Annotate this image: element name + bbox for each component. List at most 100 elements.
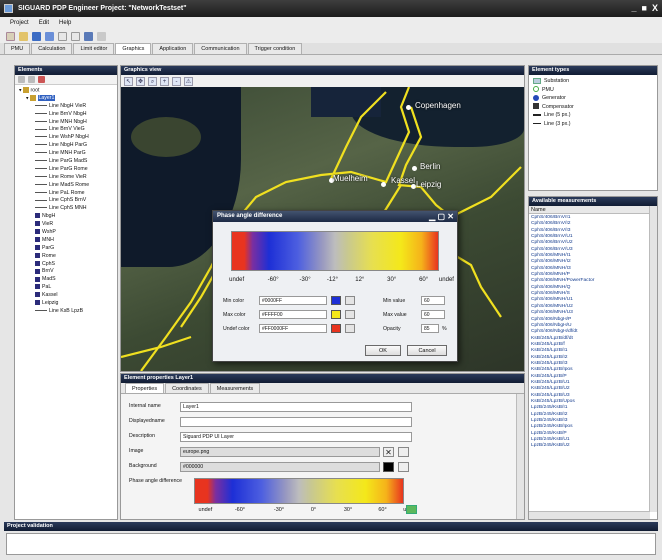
zoom-fit-icon[interactable]: ⌕ (148, 76, 157, 86)
tree-node-item[interactable]: MadS (35, 276, 117, 284)
type-item-substation[interactable]: Substation (529, 77, 657, 86)
tab-properties[interactable]: Properties (125, 383, 165, 393)
undef-color-field[interactable]: #FF0000FF (259, 324, 327, 333)
menu-edit[interactable]: Edit (39, 20, 49, 26)
background-color-button[interactable] (398, 462, 409, 472)
tree-node-item[interactable]: BrnV (35, 268, 117, 276)
graphics-toolbar: ↖ ✥ ⌕ + - ⚠ (121, 75, 524, 87)
edit-gradient-button[interactable] (406, 505, 417, 514)
browse-image-button[interactable] (398, 447, 409, 457)
substation-icon (35, 276, 40, 282)
type-label: Substation (544, 78, 570, 84)
tree-node-item[interactable]: ParG (35, 245, 117, 253)
tree-node-item[interactable]: NbgH (35, 213, 117, 221)
city-marker[interactable] (412, 166, 417, 171)
opacity-field[interactable]: 85 (421, 324, 439, 333)
clear-image-icon[interactable]: ✕ (383, 447, 394, 457)
maximize-button[interactable]: ■ (642, 0, 647, 17)
tree-line-item[interactable]: Line PaL Rome (35, 190, 117, 198)
add-element-icon[interactable] (18, 76, 25, 83)
undo-icon[interactable] (58, 31, 67, 41)
delete-element-icon[interactable] (38, 76, 45, 83)
internal-name-field[interactable]: Layer1 (180, 402, 412, 412)
description-field[interactable]: Siguard PDP UI Layer (180, 432, 412, 442)
tree-line-item[interactable]: Line ParG MadS (35, 158, 117, 166)
type-item-line-3px[interactable]: Line (3 px.) (529, 120, 657, 129)
dialog-close-icon[interactable]: ▁ ▢ ✕ (429, 211, 454, 222)
tree-line-item[interactable]: Line CphS BrnV (35, 197, 117, 205)
tab-trigger-condition[interactable]: Trigger condition (247, 43, 303, 54)
tab-measurements[interactable]: Measurements (209, 383, 261, 393)
tree-line-item[interactable]: Line NbgH ParG (35, 142, 117, 150)
background-label: Background (129, 463, 157, 469)
tree-root[interactable]: ▾ root (19, 87, 117, 95)
zoom-out-icon[interactable]: - (172, 76, 181, 86)
type-item-line-5px[interactable]: Line (5 px.) (529, 111, 657, 120)
tab-graphics[interactable]: Graphics (115, 43, 152, 54)
type-label: PMU (542, 86, 554, 93)
min-color-field[interactable]: #0000FF (259, 296, 327, 305)
redo-icon[interactable] (71, 31, 80, 41)
export-icon[interactable] (84, 31, 93, 41)
properties-scrollbar[interactable] (516, 394, 524, 519)
tree-line-item[interactable]: Line Rome VieR (35, 174, 117, 182)
tab-calculation[interactable]: Calculation (31, 43, 73, 54)
copy-element-icon[interactable] (28, 76, 35, 83)
save-icon[interactable] (32, 31, 41, 41)
tree-line-item[interactable]: Line WshP NbgH (35, 134, 117, 142)
measurements-hscrollbar[interactable] (529, 511, 650, 519)
menu-help[interactable]: Help (59, 20, 71, 26)
tab-communication[interactable]: Communication (194, 43, 247, 54)
menu-project[interactable]: Project (10, 20, 29, 26)
measurements-scrollbar[interactable] (649, 206, 657, 512)
tree-node-item[interactable]: VieR (35, 221, 117, 229)
tree-line-item[interactable]: Line ParG Rome (35, 166, 117, 174)
tree-line-item[interactable]: Line MNH NbgH (35, 119, 117, 127)
tree-node-item[interactable]: PaL (35, 284, 117, 292)
minimize-button[interactable]: _ (632, 0, 637, 17)
tree-node-item[interactable]: MNH (35, 237, 117, 245)
tab-coordinates[interactable]: Coordinates (165, 383, 209, 393)
max-color-field[interactable]: #FFFF00 (259, 310, 327, 319)
tree-line-item[interactable]: Line BrnV NbgH (35, 111, 117, 119)
city-marker[interactable] (406, 105, 411, 110)
tree-line-item[interactable]: Line MNH ParG (35, 150, 117, 158)
city-marker[interactable] (381, 182, 386, 187)
line-icon (35, 120, 47, 122)
min-color-picker-button[interactable] (345, 296, 355, 305)
select-tool-icon[interactable]: ↖ (124, 76, 133, 86)
zoom-in-icon[interactable]: + (160, 76, 169, 86)
close-button[interactable]: X (652, 0, 658, 17)
tab-pmu[interactable]: PMU (4, 43, 31, 54)
ok-button[interactable]: OK (365, 345, 401, 356)
tree-line-item[interactable]: Line CphS MNH (35, 205, 117, 213)
save-as-icon[interactable] (45, 31, 54, 41)
tab-application[interactable]: Application (152, 43, 194, 54)
tree-node-item[interactable]: Rome (35, 253, 117, 261)
warning-icon[interactable]: ⚠ (184, 76, 193, 86)
settings-icon[interactable] (97, 31, 106, 41)
max-value-field[interactable]: 60 (421, 310, 445, 319)
tree-node-item[interactable]: WshP (35, 229, 117, 237)
open-icon[interactable] (19, 31, 28, 41)
type-item-compensator[interactable]: Compensator (529, 103, 657, 112)
undef-color-picker-button[interactable] (345, 324, 355, 333)
tree-layer[interactable]: ▾ Layer1 (19, 94, 117, 103)
max-color-picker-button[interactable] (345, 310, 355, 319)
new-icon[interactable] (6, 31, 15, 41)
tree-node-item[interactable]: Kassel (35, 292, 117, 300)
measurement-item[interactable]: LpzB/245/KsB/U2 (529, 443, 650, 449)
type-item-generator[interactable]: Generator (529, 94, 657, 103)
pan-tool-icon[interactable]: ✥ (136, 76, 145, 86)
tree-line-item[interactable]: Line BrnV VieG (35, 126, 117, 134)
tree-line-item[interactable]: Line MadS Rome (35, 182, 117, 190)
cancel-button[interactable]: Cancel (407, 345, 447, 356)
tab-limit-editor[interactable]: Limit editor (73, 43, 115, 54)
tree-line-item[interactable]: Line NbgH VieR (35, 103, 117, 111)
display-name-field[interactable] (180, 417, 412, 427)
tree-node-item[interactable]: Leipzig (35, 300, 117, 308)
tree-node-item[interactable]: CphS (35, 261, 117, 269)
tree-item[interactable]: Line KsB LpzB (19, 308, 117, 316)
type-item-pmu[interactable]: PMU (529, 86, 657, 95)
min-value-field[interactable]: 60 (421, 296, 445, 305)
